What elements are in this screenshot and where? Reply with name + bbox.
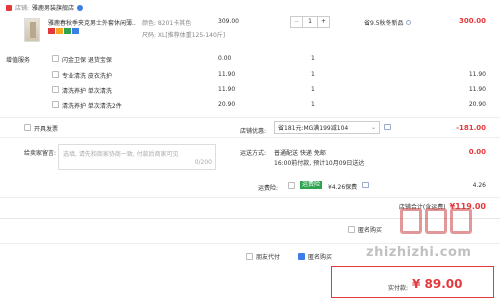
service-qty: 1	[311, 55, 315, 62]
service-price: 11.90	[218, 71, 236, 78]
product-size: 尺码: XL[推荐体重125-140斤]	[142, 32, 226, 39]
message-counter: 0/200	[194, 159, 212, 166]
coupon-value: 省181元:MG满199减104	[278, 125, 349, 132]
tag-icon	[56, 28, 63, 34]
coupon-amount: -181.00	[456, 124, 486, 132]
shipping-label: 运送方式:	[240, 150, 267, 157]
coupon-label: 店铺优惠:	[240, 128, 267, 135]
service-price: 20.90	[218, 101, 236, 108]
service-name: 清洗养护 单次清洗	[62, 88, 112, 95]
invoice-checkbox[interactable]	[24, 124, 31, 131]
watermark-text: zhizhizhi.com	[366, 245, 472, 260]
message-placeholder: 选填, 请先和商家协商一致, 付款后商家可见	[63, 151, 179, 158]
shipping-line2: 16:00前付款, 预计10月09日送达	[274, 160, 365, 167]
shop-icon	[6, 4, 12, 11]
service-checkbox[interactable]	[52, 86, 59, 93]
service-checkbox[interactable]	[52, 71, 59, 78]
message-label: 给卖家留言:	[24, 150, 57, 157]
insurance-amount: 4.26	[472, 182, 486, 189]
shop-prefix: 店铺:	[15, 5, 30, 12]
anon-option-checkbox[interactable]	[298, 253, 305, 260]
insurance-checkbox[interactable]	[288, 182, 295, 189]
shipping-line1: 普通配送 快递 免邮	[274, 150, 326, 157]
watermark-logo	[400, 208, 472, 234]
paid-label: 实付款:	[388, 285, 409, 292]
service-name: 专业清洗 皮衣洗护	[62, 73, 112, 80]
service-qty: 1	[311, 101, 315, 108]
shop-header: 店铺: 雅鹿男装旗舰店	[6, 3, 84, 12]
unit-price: 309.00	[218, 18, 239, 25]
payment-summary: 实付款: ¥ 89.00	[331, 266, 494, 298]
decrement-button[interactable]: −	[291, 17, 303, 27]
product-tags	[48, 28, 79, 34]
divider	[0, 197, 500, 198]
tag-icon	[48, 28, 55, 34]
divider	[0, 117, 500, 118]
service-qty: 1	[311, 71, 315, 78]
insurance-badge: 运费险	[300, 181, 323, 189]
service-total: 20.90	[468, 101, 486, 108]
product-image[interactable]	[24, 18, 40, 42]
insurance-label: 运费险:	[258, 185, 279, 192]
anon-label: 匿名购买	[358, 227, 383, 234]
service-qty: 1	[311, 86, 315, 93]
service-name: 闪金卫保 退货宝保	[62, 57, 112, 64]
anon-purchase: 匿名购买	[348, 225, 382, 234]
anon-option: 匿名购买	[298, 252, 332, 261]
services-label: 增值服务	[6, 57, 31, 64]
shop-name[interactable]: 雅鹿男装旗舰店	[32, 3, 74, 12]
item-subtotal: 300.00	[458, 17, 486, 25]
tag-icon	[64, 28, 71, 34]
promo-label: 省9.5秋冬新品	[364, 20, 404, 27]
shipping-amount: 0.00	[468, 148, 486, 156]
shop-badge-icon	[77, 4, 84, 11]
service-checkbox[interactable]	[52, 101, 59, 108]
message-icon[interactable]	[384, 124, 391, 130]
friend-pay-checkbox[interactable]	[246, 253, 253, 260]
service-name: 清洗养护 单次清洗2件	[62, 103, 122, 110]
friend-pay-label: 朋友代付	[256, 254, 281, 261]
invoice-label: 开具发票	[34, 126, 59, 133]
product-title[interactable]: 雅鹿春秋季夹克男士外套休闲薄...	[48, 18, 136, 27]
quantity-stepper[interactable]: − 1 +	[290, 16, 330, 28]
service-price: 11.90	[218, 86, 236, 93]
message-textarea[interactable]: 选填, 请先和商家协商一致, 付款后商家可见 0/200	[58, 144, 216, 170]
chevron-down-icon: ⌄	[370, 124, 376, 131]
product-color: 颜色: 8201卡其色	[142, 20, 192, 27]
info-icon[interactable]	[405, 20, 411, 25]
service-total: 11.90	[468, 71, 486, 78]
insurance-text: ¥4.26保费	[328, 184, 358, 191]
anon-option-label: 匿名购买	[308, 254, 333, 261]
anon-checkbox[interactable]	[348, 226, 355, 233]
promo-text: 省9.5秋冬新品	[364, 18, 411, 27]
service-checkbox[interactable]	[52, 55, 59, 62]
coupon-select[interactable]: 省181元:MG满199减104 ⌄	[274, 121, 380, 134]
service-price: 0.00	[218, 55, 232, 62]
help-icon[interactable]	[362, 182, 369, 188]
friend-pay-option: 朋友代付	[246, 252, 280, 261]
tag-icon	[72, 28, 79, 34]
increment-button[interactable]: +	[317, 17, 329, 27]
paid-amount: ¥ 89.00	[412, 277, 463, 291]
divider	[0, 137, 500, 138]
quantity-value[interactable]: 1	[303, 17, 317, 27]
divider	[0, 243, 500, 244]
service-total: 11.90	[468, 86, 486, 93]
